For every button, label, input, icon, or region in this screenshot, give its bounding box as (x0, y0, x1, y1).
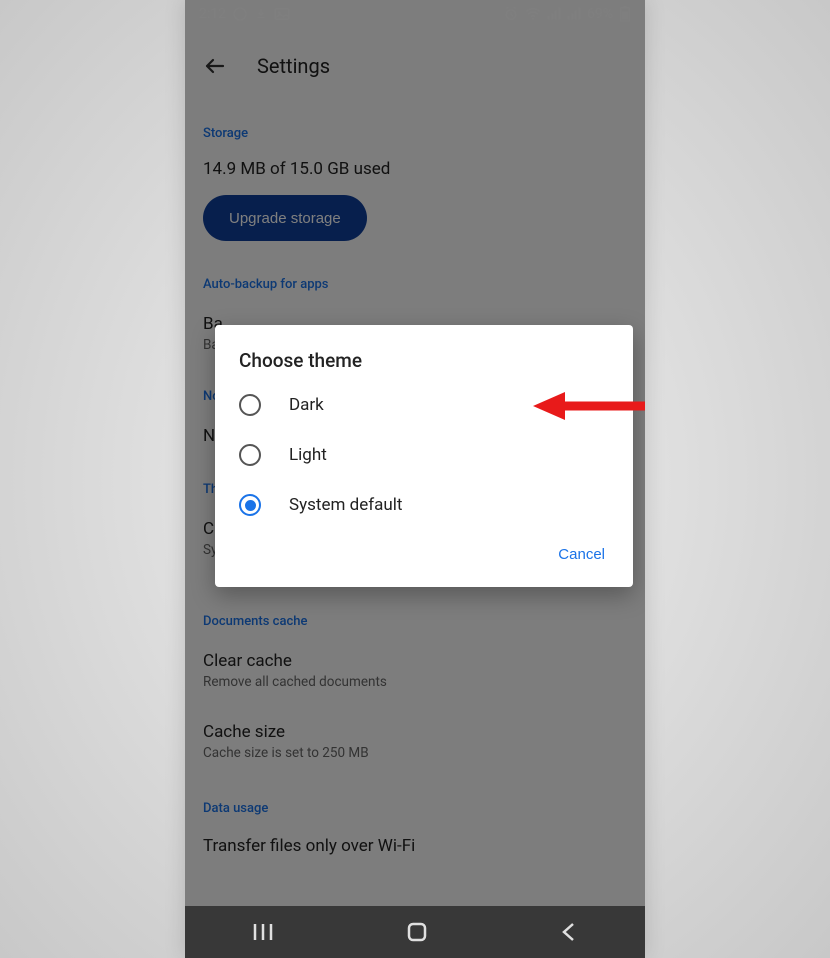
choose-theme-dialog: Choose theme Dark Light System default C… (215, 325, 633, 587)
theme-option-dark[interactable]: Dark (215, 380, 633, 430)
recents-icon[interactable] (251, 922, 275, 942)
dialog-title: Choose theme (215, 349, 633, 380)
back-icon[interactable] (559, 921, 579, 943)
android-nav-bar (185, 906, 645, 958)
radio-label-light: Light (289, 445, 327, 465)
cancel-button[interactable]: Cancel (554, 540, 609, 569)
radio-icon (239, 394, 261, 416)
theme-option-system[interactable]: System default (215, 480, 633, 530)
radio-icon-selected (239, 494, 261, 516)
radio-label-system: System default (289, 495, 402, 515)
phone-frame: 2:12 69% Settings Storage 14.9 MB of 15.… (185, 0, 645, 958)
home-icon[interactable] (406, 921, 428, 943)
radio-inner-dot (245, 500, 256, 511)
radio-label-dark: Dark (289, 395, 324, 415)
radio-icon (239, 444, 261, 466)
theme-option-light[interactable]: Light (215, 430, 633, 480)
